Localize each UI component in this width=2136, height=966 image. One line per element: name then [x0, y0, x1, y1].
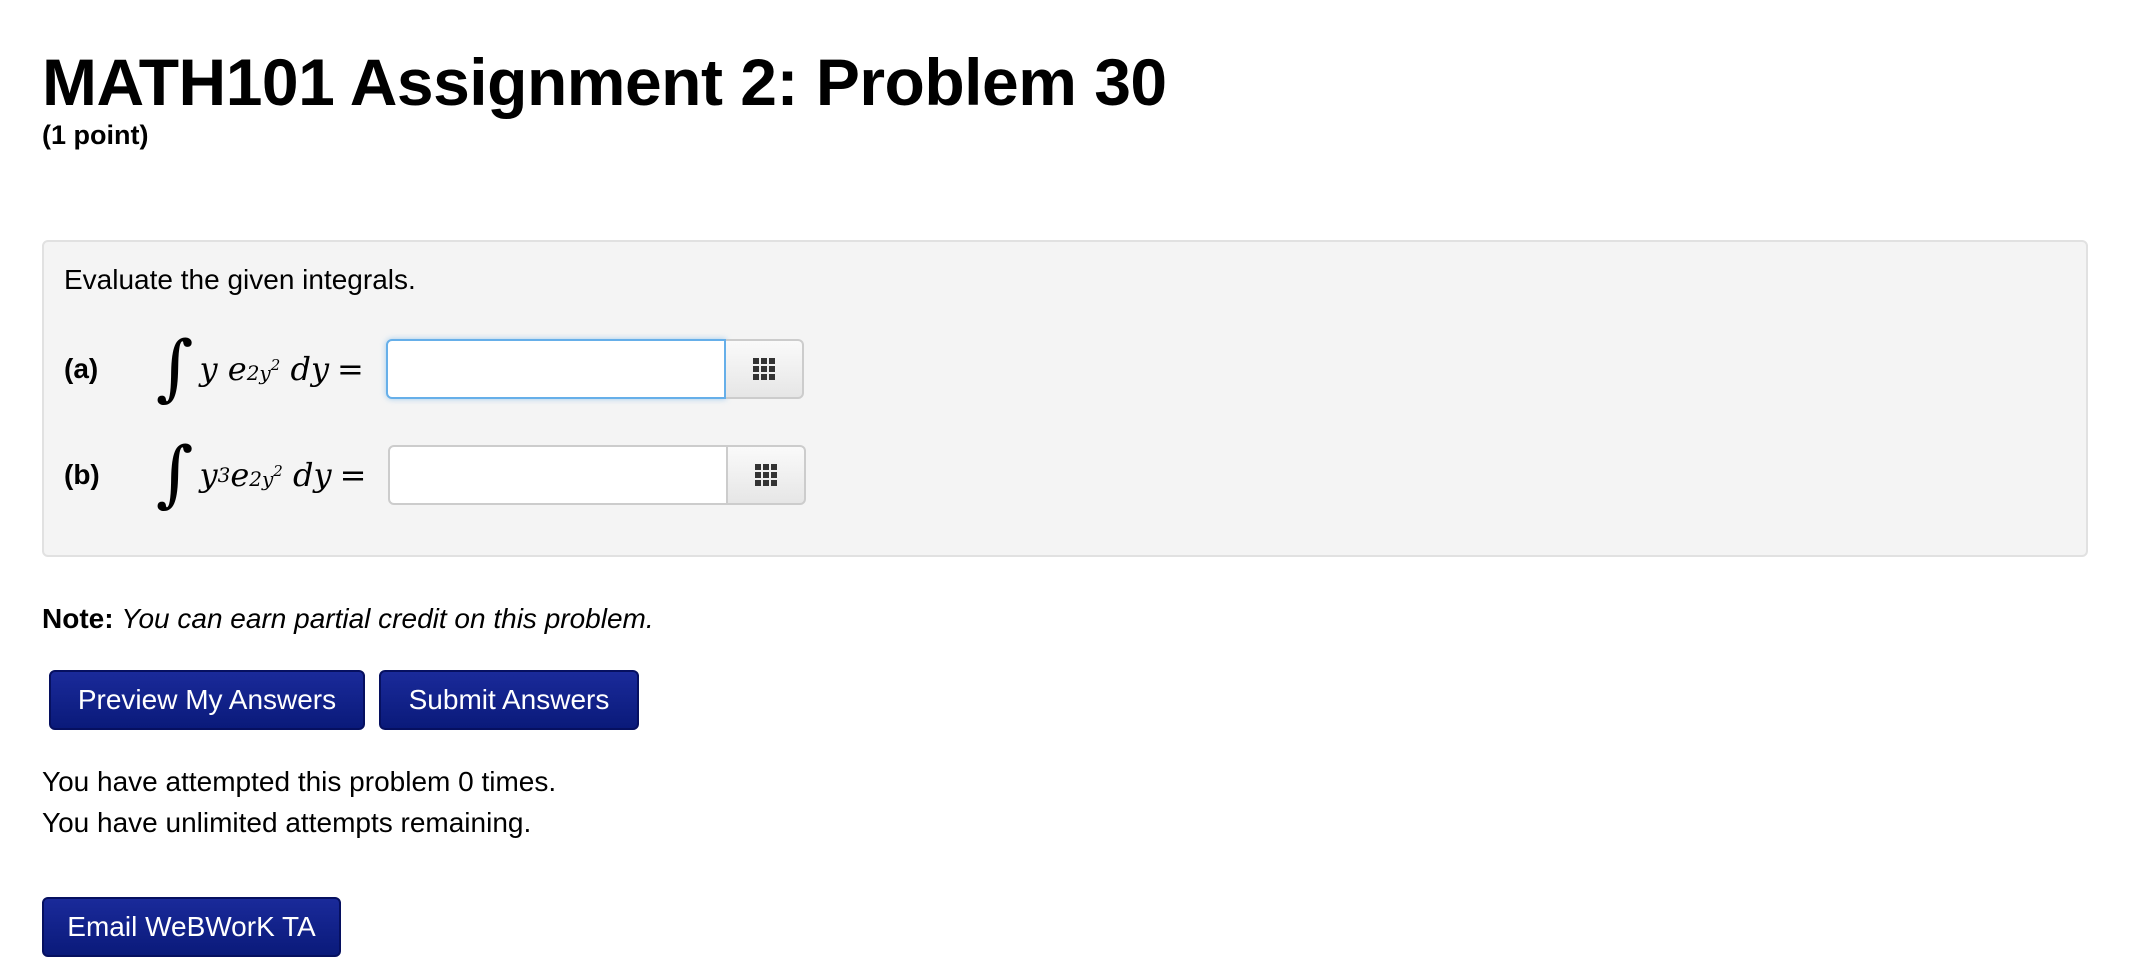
- integral-expression-a: ∫ y e 2y2 dy =: [156, 325, 364, 409]
- answer-input-b[interactable]: [388, 445, 729, 505]
- attempts-remaining-text: You have unlimited attempts remaining.: [42, 807, 532, 838]
- answer-group-a: [385, 339, 804, 399]
- submit-answers-button[interactable]: Submit Answers: [379, 670, 639, 730]
- note-text: You can earn partial credit on this prob…: [121, 603, 654, 634]
- part-label-a: (a): [64, 353, 99, 384]
- grid-icon: [755, 464, 778, 486]
- part-label-b: (b): [64, 459, 100, 490]
- equation-editor-button-b[interactable]: [728, 445, 807, 505]
- page: MATH101 Assignment 2: Problem 30 (1 poin…: [0, 0, 2136, 966]
- problem-instruction: Evaluate the given integrals.: [64, 264, 416, 295]
- preview-answers-button[interactable]: Preview My Answers: [49, 670, 365, 730]
- equation-editor-button-a[interactable]: [725, 339, 804, 399]
- note-label: Note:: [42, 603, 114, 634]
- email-ta-button[interactable]: Email WeBWorK TA: [42, 897, 341, 957]
- answer-group-b: [388, 445, 807, 505]
- answer-input-a[interactable]: [385, 339, 726, 399]
- attempts-info: You have attempted this problem 0 times.…: [42, 761, 556, 843]
- attempts-count-text: You have attempted this problem 0 times.: [42, 766, 557, 797]
- problem-box: Evaluate the given integrals. (a) ∫ y e 2y…: [42, 240, 2088, 557]
- grid-icon: [752, 358, 775, 380]
- problem-part-b: (b) ∫ y 3 e 2y2 dy =: [64, 437, 807, 509]
- problem-part-a: (a) ∫ y e 2y2 dy =: [64, 331, 804, 403]
- point-value: (1 point): [42, 120, 149, 150]
- page-title: MATH101 Assignment 2: Problem 30: [42, 45, 1167, 119]
- integral-expression-b: ∫ y 3 e 2y2 dy =: [156, 431, 367, 515]
- partial-credit-note: Note: You can earn partial credit on thi…: [42, 603, 654, 635]
